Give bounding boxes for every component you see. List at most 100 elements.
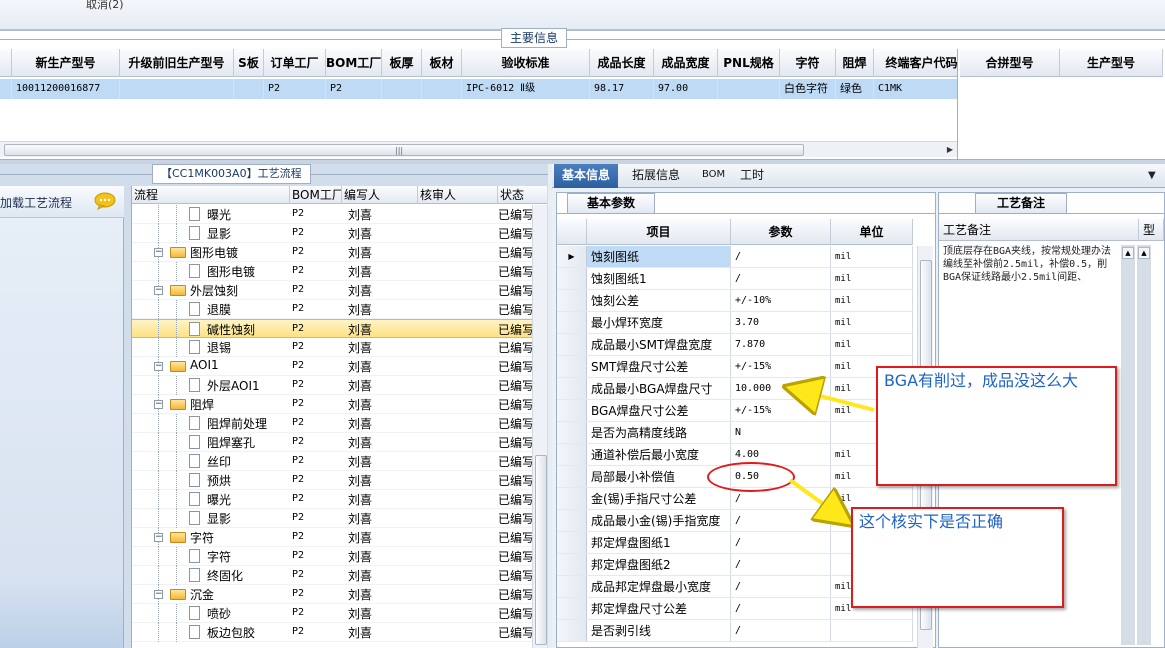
param-value[interactable]: +/-15%	[731, 400, 831, 421]
notes-vscrollbar[interactable]: ▲	[1121, 245, 1135, 645]
param-row[interactable]: 成品最小SMT焊盘宽度 7.870 mil	[557, 334, 913, 356]
param-value[interactable]: +/-15%	[731, 356, 831, 377]
param-value[interactable]: /	[731, 246, 831, 267]
param-value[interactable]: /	[731, 576, 831, 597]
col-type[interactable]: 型	[1139, 219, 1164, 241]
param-item[interactable]: SMT焊盘尺寸公差	[587, 356, 731, 377]
col-unit[interactable]: 单位	[831, 219, 913, 245]
tab-extended-info[interactable]: 拓展信息	[624, 164, 688, 188]
param-item[interactable]: 蚀刻公差	[587, 290, 731, 311]
main-col-13[interactable]: 终端客户代码	[874, 49, 957, 77]
param-unit[interactable]: mil	[831, 488, 913, 509]
param-value[interactable]: 7.870	[731, 334, 831, 355]
main-col-7[interactable]: 验收标准	[462, 49, 590, 77]
main-cell-6[interactable]	[422, 79, 462, 99]
main-col-0[interactable]: 新生产型号	[12, 49, 120, 77]
param-row[interactable]: 最小焊环宽度 3.70 mil	[557, 312, 913, 334]
param-row[interactable]: 是否为高精度线路 N	[557, 422, 913, 444]
scroll-up-icon[interactable]: ▲	[1122, 247, 1134, 259]
param-item[interactable]: 成品最小金(锡)手指宽度	[587, 510, 731, 531]
main-cell-11[interactable]: 白色字符	[780, 79, 836, 99]
tree-row[interactable]: − 字符 P2 刘喜 已编写	[132, 528, 534, 547]
param-row[interactable]: 成品最小BGA焊盘尺寸 10.000 mil	[557, 378, 913, 400]
param-value[interactable]: N	[731, 422, 831, 443]
load-flow-header[interactable]: 加载工艺流程	[0, 186, 124, 218]
tree-row[interactable]: 退锡 P2 刘喜 已编写	[132, 338, 534, 357]
main-col-3[interactable]: 订单工厂	[264, 49, 326, 77]
param-value[interactable]: /	[731, 532, 831, 553]
tree-row[interactable]: 丝印 P2 刘喜 已编写	[132, 452, 534, 471]
tree-vscroll-thumb[interactable]	[535, 455, 547, 645]
tree-row[interactable]: 预烘 P2 刘喜 已编写	[132, 471, 534, 490]
process-notes-text[interactable]: 顶底层存在BGA夹线，按常规处理办法编线至补偿前2.5mil，补偿0.5，削BG…	[943, 245, 1121, 284]
param-unit[interactable]: mil	[831, 312, 913, 333]
tree-row[interactable]: − 沉金 P2 刘喜 已编写	[132, 585, 534, 604]
param-item[interactable]: 是否剥引线	[587, 620, 731, 641]
main-col-2[interactable]: S板	[234, 49, 264, 77]
tree-row[interactable]: − 图形电镀 P2 刘喜 已编写	[132, 243, 534, 262]
param-value[interactable]: /	[731, 268, 831, 289]
tree-row[interactable]: 板边包胶 P2 刘喜 已编写	[132, 623, 534, 642]
tree-vscrollbar[interactable]	[532, 205, 547, 648]
param-item[interactable]: 最小焊环宽度	[587, 312, 731, 333]
collapse-icon[interactable]: −	[154, 400, 163, 409]
param-row[interactable]: ▶ 蚀刻图纸 / mil	[557, 246, 913, 268]
tab-basic-params[interactable]: 基本参数	[567, 193, 655, 213]
param-unit[interactable]: mil	[831, 246, 913, 267]
scroll-right-icon[interactable]: ▶	[944, 144, 956, 156]
load-flow-label[interactable]: 加载工艺流程	[0, 194, 72, 211]
tree-row[interactable]: 外层AOI1 P2 刘喜 已编写	[132, 376, 534, 395]
param-value[interactable]: 10.000	[731, 378, 831, 399]
param-value[interactable]: /	[731, 598, 831, 619]
main-cell-2[interactable]	[234, 79, 264, 99]
main-cell-4[interactable]: P2	[326, 79, 382, 99]
tree-row[interactable]: 显影 P2 刘喜 已编写	[132, 224, 534, 243]
param-item[interactable]: 是否为高精度线路	[587, 422, 731, 443]
param-unit[interactable]: mil	[831, 290, 913, 311]
main-col-4[interactable]: BOM工厂	[326, 49, 382, 77]
tab-basic-info[interactable]: 基本信息	[554, 164, 619, 188]
main-col-12[interactable]: 阻焊	[836, 49, 874, 77]
combine-col-1[interactable]: 生产型号	[1060, 49, 1163, 77]
main-cell-1[interactable]	[120, 79, 234, 99]
main-col-9[interactable]: 成品宽度	[654, 49, 718, 77]
param-unit[interactable]: mil	[831, 268, 913, 289]
tree-row[interactable]: 阻焊前处理 P2 刘喜 已编写	[132, 414, 534, 433]
main-cell-12[interactable]: 绿色	[836, 79, 874, 99]
param-item[interactable]: 蚀刻图纸1	[587, 268, 731, 289]
param-item[interactable]: 成品邦定焊盘最小宽度	[587, 576, 731, 597]
tree-row[interactable]: − 阻焊 P2 刘喜 已编写	[132, 395, 534, 414]
tree-col-2[interactable]: 编写人	[342, 186, 418, 204]
tree-row[interactable]: − AOI1 P2 刘喜 已编写	[132, 357, 534, 376]
col-param[interactable]: 参数	[731, 219, 831, 245]
col-notes[interactable]: 工艺备注	[939, 219, 1139, 241]
combine-col-0[interactable]: 合拼型号	[960, 49, 1060, 77]
collapse-icon[interactable]: −	[154, 248, 163, 257]
main-cell-13[interactable]: C1MK	[874, 79, 957, 99]
tree-row[interactable]: 阻焊塞孔 P2 刘喜 已编写	[132, 433, 534, 452]
main-cell-8[interactable]: 98.17	[590, 79, 654, 99]
main-col-11[interactable]: 字符	[780, 49, 836, 77]
collapse-icon[interactable]: −	[154, 286, 163, 295]
main-cell-3[interactable]: P2	[264, 79, 326, 99]
tree-col-4[interactable]: 状态	[498, 186, 547, 204]
main-col-1[interactable]: 升级前旧生产型号	[120, 49, 234, 77]
type-vscrollbar[interactable]: ▲	[1137, 245, 1151, 645]
tree-row[interactable]: 曝光 P2 刘喜 已编写	[132, 205, 534, 224]
param-item[interactable]: 邦定焊盘图纸2	[587, 554, 731, 575]
param-value[interactable]: /	[731, 620, 831, 641]
param-value[interactable]: /	[731, 554, 831, 575]
tree-row[interactable]: 终固化 P2 刘喜 已编写	[132, 566, 534, 585]
main-col-5[interactable]: 板厚	[382, 49, 422, 77]
param-item[interactable]: 蚀刻图纸	[587, 246, 731, 267]
param-item[interactable]: BGA焊盘尺寸公差	[587, 400, 731, 421]
main-col-10[interactable]: PNL规格	[718, 49, 780, 77]
hscroll-thumb[interactable]: |||	[4, 144, 804, 156]
chat-bubble-icon[interactable]	[94, 192, 116, 210]
tree-row[interactable]: 退膜 P2 刘喜 已编写	[132, 300, 534, 319]
main-cell-7[interactable]: IPC-6012 Ⅱ级	[462, 79, 590, 99]
main-cell-5[interactable]	[382, 79, 422, 99]
tab-process-notes[interactable]: 工艺备注	[975, 193, 1067, 213]
param-row[interactable]: 蚀刻图纸1/mil	[557, 268, 913, 290]
main-col-8[interactable]: 成品长度	[590, 49, 654, 77]
